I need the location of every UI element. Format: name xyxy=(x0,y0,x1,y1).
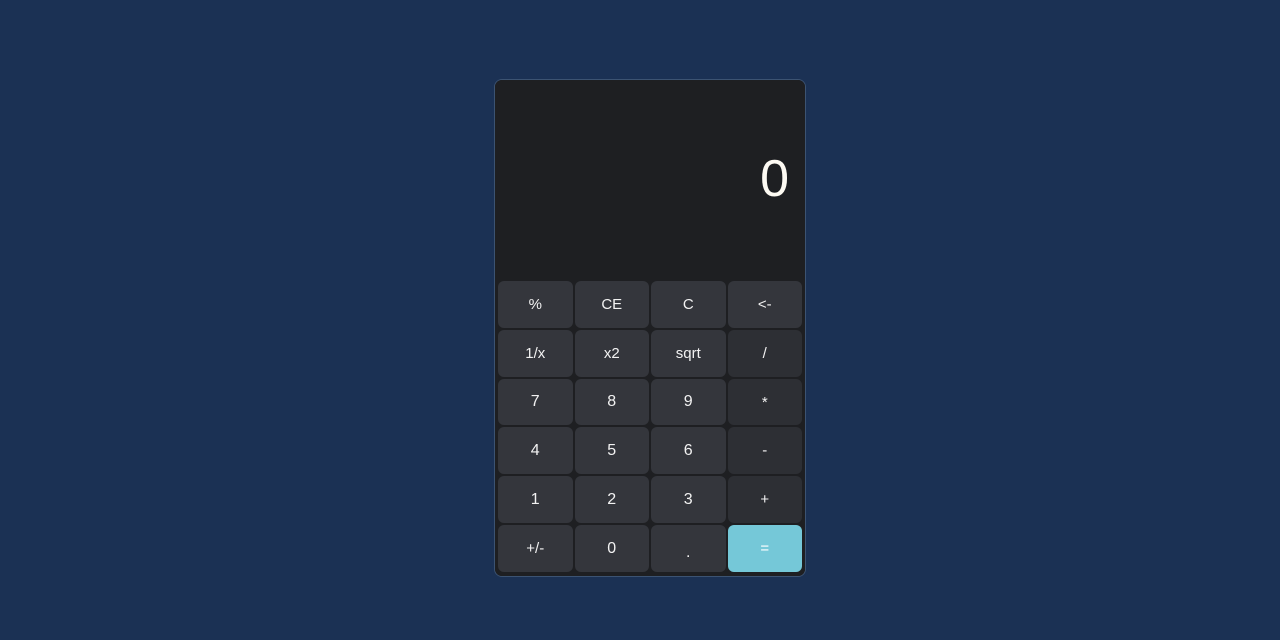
key-label: 1 xyxy=(530,490,540,508)
key-label: 7 xyxy=(530,393,540,411)
key-label: / xyxy=(762,344,767,362)
key-label: x2 xyxy=(603,344,620,362)
key-label: + xyxy=(760,491,770,509)
key-label: * xyxy=(761,393,768,411)
key-label: % xyxy=(528,295,542,313)
key-2[interactable]: 2 xyxy=(574,476,649,524)
key-label: 0 xyxy=(607,539,617,557)
key-label: . xyxy=(686,543,691,561)
key-decimal[interactable]: . xyxy=(651,525,726,572)
key-reciprocal[interactable]: 1/x xyxy=(498,329,573,377)
key-multiply[interactable]: * xyxy=(727,378,802,426)
key-label: +/- xyxy=(526,540,545,558)
key-sign-toggle[interactable]: +/- xyxy=(498,525,573,572)
key-label: = xyxy=(760,540,770,558)
key-divide[interactable]: / xyxy=(727,329,802,377)
key-label: CE xyxy=(601,295,623,313)
key-label: 3 xyxy=(683,490,693,508)
key-clear-entry[interactable]: CE xyxy=(574,281,649,328)
key-backspace[interactable]: <- xyxy=(727,281,802,328)
key-square[interactable]: x2 xyxy=(574,329,649,377)
key-1[interactable]: 1 xyxy=(498,476,573,524)
key-label: 5 xyxy=(607,441,617,459)
key-label: sqrt xyxy=(675,344,701,362)
key-label: 1/x xyxy=(525,344,546,362)
key-label: <- xyxy=(757,295,772,313)
calculator-keypad: % CE C <- 1/x x2 sqrt / 7 8 9 * 4 5 6 - 1 2 3 + +/- 0. = xyxy=(495,278,805,576)
display-value: 0 xyxy=(760,150,789,208)
key-label: C xyxy=(682,295,694,313)
key-3[interactable]: 3 xyxy=(651,476,726,524)
key-label: 2 xyxy=(607,490,617,508)
key-label: 6 xyxy=(683,441,693,459)
key-square-root[interactable]: sqrt xyxy=(651,329,726,377)
key-8[interactable]: 8 xyxy=(574,378,649,426)
key-9[interactable]: 9 xyxy=(651,378,726,426)
key-5[interactable]: 5 xyxy=(574,427,649,475)
key-label: - xyxy=(762,442,768,460)
key-0[interactable]: 0 xyxy=(574,525,649,572)
key-label: 9 xyxy=(683,393,693,411)
key-clear[interactable]: C xyxy=(651,281,726,328)
key-subtract[interactable]: - xyxy=(727,427,802,475)
key-percent[interactable]: % xyxy=(498,281,573,328)
key-7[interactable]: 7 xyxy=(498,378,573,426)
key-4[interactable]: 4 xyxy=(498,427,573,475)
key-equals[interactable]: = xyxy=(727,525,802,572)
key-label: 8 xyxy=(607,393,617,411)
calculator-window: 0 % CE C <- 1/x x2 sqrt / 7 8 9 * 4 5 6 - 1 2 3 + +/- 0. = xyxy=(494,79,806,577)
calculator-display: 0 xyxy=(495,80,805,278)
key-6[interactable]: 6 xyxy=(651,427,726,475)
key-label: 4 xyxy=(530,441,540,459)
key-add[interactable]: + xyxy=(727,476,802,524)
